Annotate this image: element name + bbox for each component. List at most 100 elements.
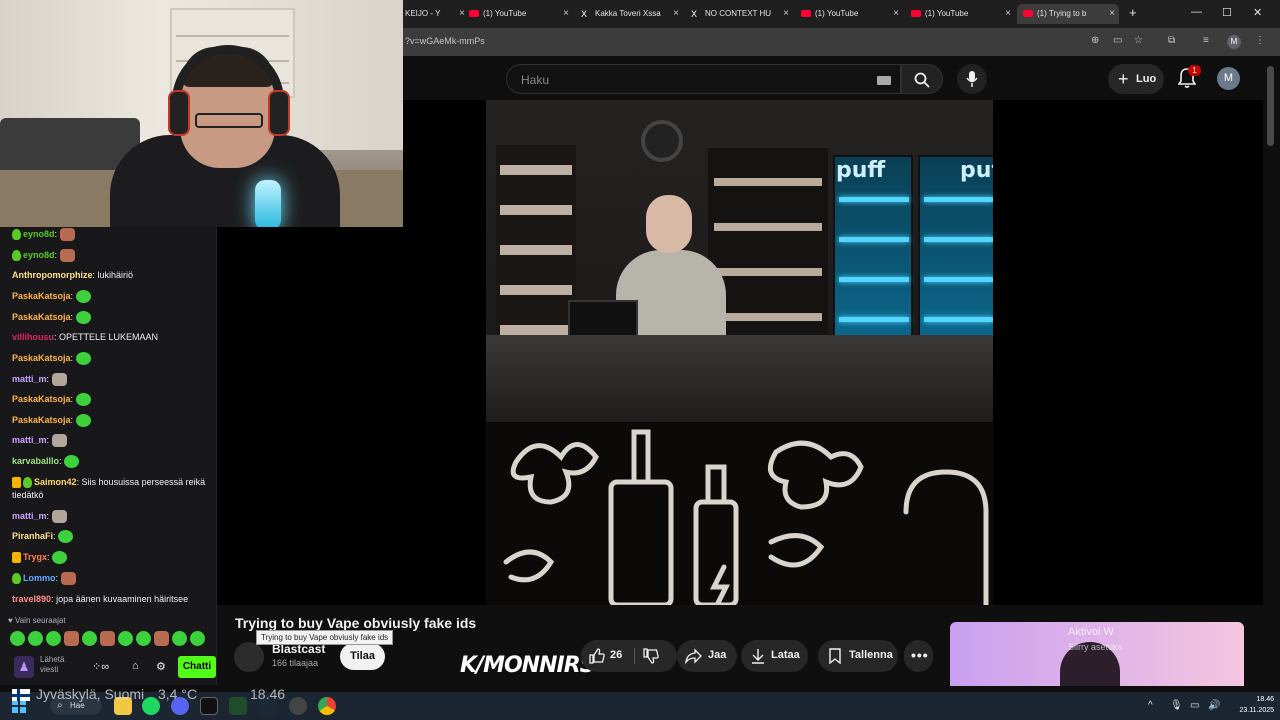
settings-gear-icon[interactable]: ⚙ bbox=[156, 660, 166, 673]
tab-6[interactable]: (1) YouTube × bbox=[911, 4, 1011, 24]
like-count[interactable]: 26 bbox=[610, 649, 622, 661]
close-window-icon[interactable]: ✕ bbox=[1253, 6, 1262, 19]
download-button[interactable]: Lataa bbox=[741, 640, 808, 672]
video-frame[interactable]: puff puff bbox=[486, 100, 993, 605]
close-icon[interactable]: × bbox=[783, 4, 789, 24]
windows-start-icon[interactable] bbox=[12, 699, 26, 713]
tray-expand-icon[interactable]: ^ bbox=[1148, 700, 1153, 711]
cast-icon[interactable]: ▭ bbox=[1113, 35, 1122, 46]
tab-5[interactable]: (1) YouTube × bbox=[801, 4, 899, 24]
recommended-video-thumbnail[interactable]: Aktivoi W Siirry asetuks bbox=[950, 622, 1244, 686]
tab-3[interactable]: X Kakka Toveri Xssa × bbox=[581, 4, 679, 24]
browser-profile-icon[interactable]: M bbox=[1227, 35, 1241, 49]
tab-2[interactable]: (1) YouTube × bbox=[469, 4, 569, 24]
close-icon[interactable]: × bbox=[1109, 4, 1115, 24]
chat-username[interactable]: PaskaKatsoja bbox=[12, 415, 71, 425]
chat-username[interactable]: PaskaKatsoja bbox=[12, 394, 71, 404]
bookmark-star-icon[interactable]: ☆ bbox=[1134, 35, 1143, 46]
chat-message: eyno8d: bbox=[12, 228, 212, 242]
notepad-app-icon[interactable] bbox=[229, 697, 247, 715]
notification-badge: 1 bbox=[1188, 65, 1201, 76]
maximize-icon[interactable]: ☐ bbox=[1222, 6, 1232, 19]
tab-4[interactable]: X NO CONTEXT HU × bbox=[691, 4, 789, 24]
tab-7-active[interactable]: (1) Trying to b × bbox=[1017, 4, 1119, 24]
youtube-icon bbox=[911, 10, 921, 18]
chat-input[interactable]: Lähetä viesti bbox=[40, 655, 74, 675]
scrollbar-thumb[interactable] bbox=[1267, 66, 1274, 146]
chat-username[interactable]: villihousu bbox=[12, 332, 54, 342]
youtube-header: Haku + Luo 1 M bbox=[403, 56, 1263, 100]
chat-username[interactable]: travel890 bbox=[12, 594, 51, 604]
close-icon[interactable]: × bbox=[893, 4, 899, 24]
community-icon[interactable]: ⁘∞ bbox=[92, 660, 109, 673]
more-actions-button[interactable]: ••• bbox=[904, 640, 933, 672]
video-puff-sign: puff bbox=[960, 158, 993, 183]
chat-message: Saimon42: Siis housuissa perseessä reikä… bbox=[12, 477, 206, 500]
chat-username[interactable]: PaskaKatsoja bbox=[12, 291, 71, 301]
chat-username[interactable]: PiranhaFi bbox=[12, 531, 53, 541]
media-control-icon[interactable]: ≡ bbox=[1203, 35, 1209, 46]
new-tab-button[interactable]: + bbox=[1129, 5, 1137, 20]
save-button[interactable]: Tallenna bbox=[818, 640, 898, 672]
chat-username[interactable]: matti_m bbox=[12, 435, 47, 445]
chat-username[interactable]: PaskaKatsoja bbox=[12, 312, 71, 322]
zoom-icon[interactable]: ⊕ bbox=[1091, 35, 1099, 46]
emote-picker-row[interactable] bbox=[10, 631, 205, 646]
subscriber-badge-icon bbox=[12, 250, 21, 262]
chat-username[interactable]: Trygx bbox=[23, 552, 47, 562]
microphone-tray-icon[interactable]: 🎙 bbox=[1170, 700, 1183, 711]
subscriber-badge-icon bbox=[12, 573, 21, 585]
crown-badge-icon bbox=[12, 477, 21, 489]
search-input[interactable]: Haku bbox=[506, 64, 901, 94]
search-button[interactable] bbox=[901, 64, 943, 94]
close-icon[interactable]: × bbox=[563, 4, 569, 24]
chat-username[interactable]: matti_m bbox=[12, 374, 47, 384]
subscribe-button[interactable]: Tilaa bbox=[340, 643, 385, 670]
url-field[interactable]: ?v=wGAeMk-mmPs bbox=[405, 36, 485, 46]
close-icon[interactable]: × bbox=[673, 4, 679, 24]
dislike-icon[interactable] bbox=[643, 648, 659, 664]
account-avatar[interactable]: M bbox=[1217, 67, 1240, 90]
store-icon[interactable]: ⌂ bbox=[132, 660, 139, 672]
video-puff-sign: puff bbox=[836, 158, 886, 183]
like-icon[interactable] bbox=[589, 648, 605, 664]
tab-1[interactable]: KEIJO - Y × bbox=[405, 4, 465, 24]
obs-icon[interactable] bbox=[289, 697, 307, 715]
share-label: Jaa bbox=[708, 649, 727, 661]
video-smoke-mural bbox=[486, 422, 993, 605]
voice-search-button[interactable] bbox=[957, 64, 987, 94]
chat-username[interactable]: eyno8d bbox=[23, 229, 55, 239]
send-chat-button[interactable]: Chatti bbox=[178, 656, 216, 678]
create-button[interactable]: + Luo bbox=[1108, 64, 1164, 94]
chat-message: matti_m: bbox=[12, 373, 212, 387]
green-emote-icon bbox=[75, 414, 91, 428]
chat-username[interactable]: matti_m bbox=[12, 511, 47, 521]
share-button[interactable]: Jaa bbox=[677, 640, 737, 672]
x-app-icon[interactable] bbox=[200, 697, 218, 715]
like-divider bbox=[634, 648, 635, 664]
chat-username[interactable]: PaskaKatsoja bbox=[12, 353, 71, 363]
display-tray-icon[interactable]: ▭ bbox=[1190, 700, 1199, 711]
user-badge-icon[interactable]: ♟ bbox=[14, 656, 34, 678]
close-icon[interactable]: × bbox=[1005, 4, 1011, 24]
subscriber-badge-icon bbox=[12, 229, 21, 241]
weather-time: 18.46 bbox=[250, 686, 286, 702]
close-icon[interactable]: × bbox=[459, 4, 465, 24]
chat-username[interactable]: eyno8d bbox=[23, 250, 55, 260]
extensions-icon[interactable]: ⧉ bbox=[1168, 35, 1175, 46]
minimize-icon[interactable]: — bbox=[1191, 6, 1202, 18]
keyboard-icon[interactable] bbox=[877, 76, 891, 85]
browser-menu-icon[interactable]: ⋮ bbox=[1255, 35, 1265, 46]
chat-message: PaskaKatsoja: bbox=[12, 414, 212, 428]
chat-username[interactable]: Anthropomorphize bbox=[12, 270, 93, 280]
volume-tray-icon[interactable]: 🔊 bbox=[1208, 700, 1220, 711]
chat-username[interactable]: Saimon42 bbox=[34, 477, 77, 487]
chat-username[interactable]: karvaballlo bbox=[12, 456, 59, 466]
channel-avatar[interactable] bbox=[234, 642, 264, 672]
system-clock[interactable]: 18.46 23.11.2025 bbox=[1228, 694, 1274, 716]
address-bar: ?v=wGAeMk-mmPs ⊕ ▭ ☆ ⧉ ≡ M ⋮ bbox=[403, 28, 1280, 56]
chat-username[interactable]: Lommo bbox=[23, 573, 56, 583]
page-scrollbar[interactable] bbox=[1263, 56, 1280, 686]
green-emote-icon bbox=[58, 530, 74, 544]
chrome-icon[interactable] bbox=[318, 697, 336, 715]
